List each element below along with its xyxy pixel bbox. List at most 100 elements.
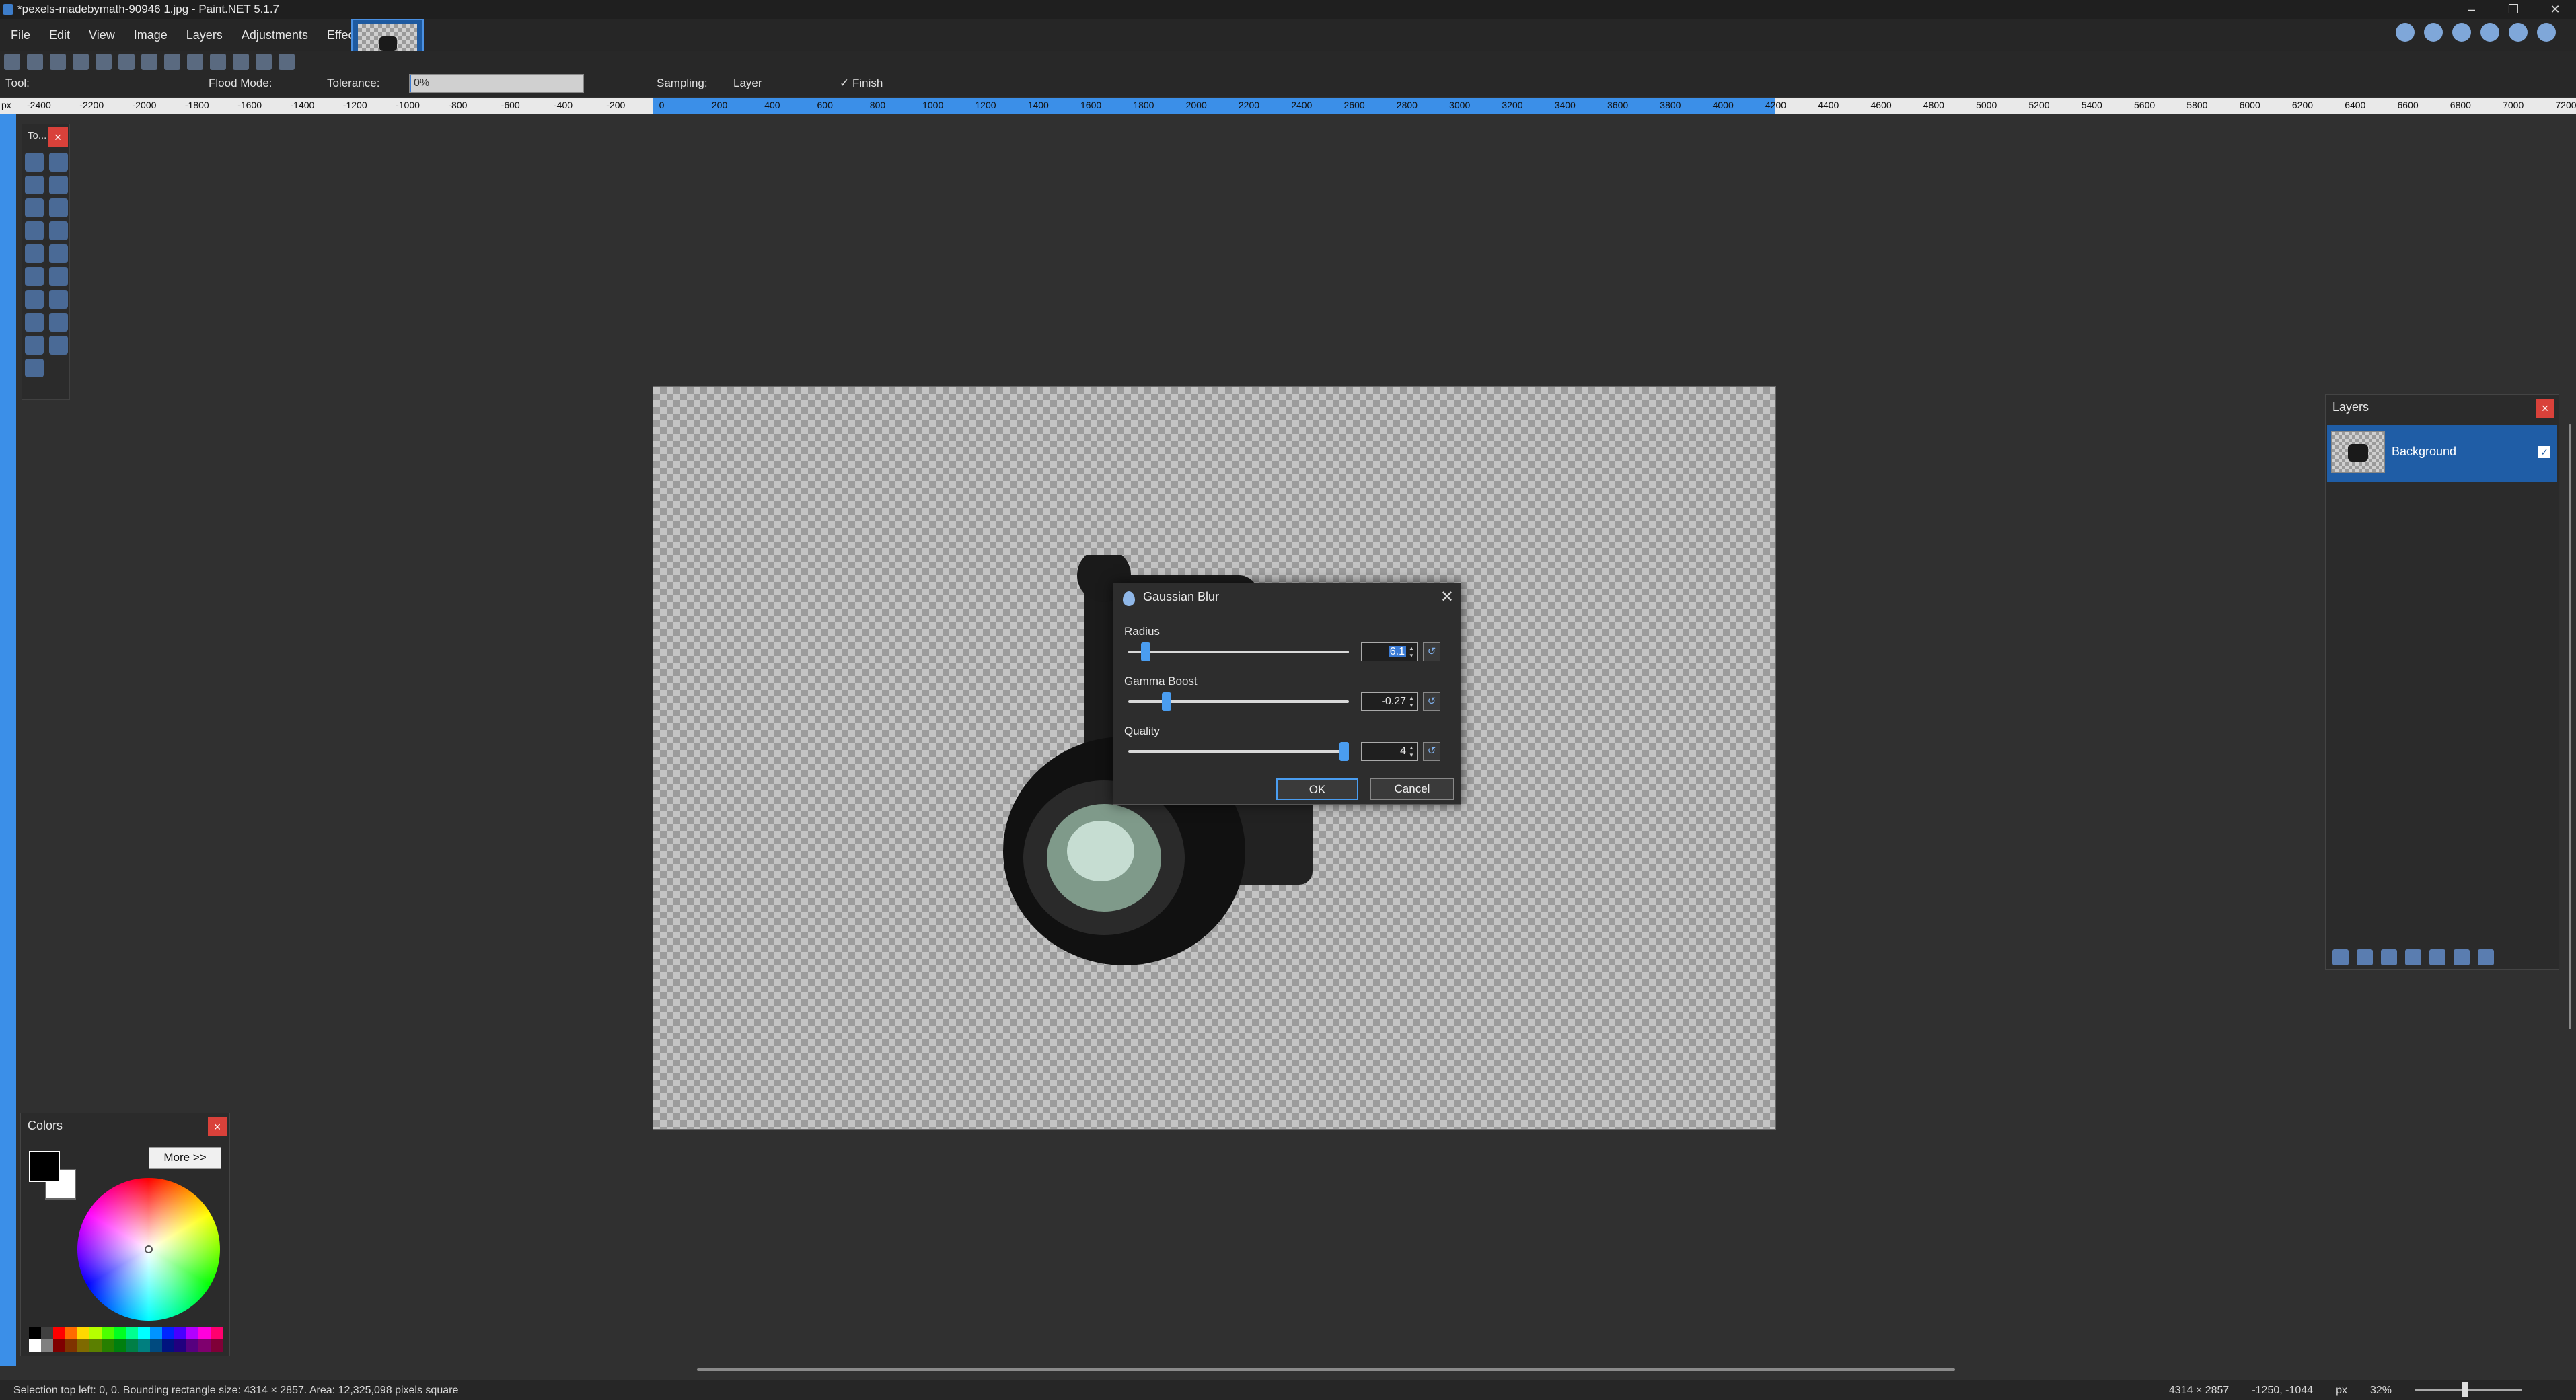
menu-adjustments[interactable]: Adjustments [232, 23, 318, 48]
paintbrush-icon[interactable] [25, 267, 44, 286]
quality-input[interactable]: 4 ▲ ▼ [1361, 742, 1418, 761]
gamma-boost-spinner[interactable]: ▲ ▼ [1407, 694, 1415, 709]
menu-file[interactable]: File [1, 23, 40, 48]
add-layer-icon[interactable] [2332, 949, 2349, 965]
palette-swatch[interactable] [41, 1339, 53, 1352]
move-selected-icon[interactable] [49, 153, 68, 172]
zoom-slider-thumb[interactable] [2462, 1382, 2468, 1397]
print-icon[interactable] [73, 54, 89, 70]
menu-layers[interactable]: Layers [177, 23, 232, 48]
palette-swatch[interactable] [198, 1339, 211, 1352]
magic-wand-icon[interactable] [25, 221, 44, 240]
palette-swatch[interactable] [29, 1339, 41, 1352]
gamma-boost-slider-thumb[interactable] [1162, 692, 1172, 711]
unit-selector[interactable]: px [2336, 1380, 2347, 1400]
tolerance-slider[interactable]: 0% [409, 74, 584, 93]
quality-reset-button[interactable]: ↺ [1423, 742, 1440, 761]
move-selection-icon[interactable] [49, 176, 68, 194]
palette-swatch[interactable] [186, 1339, 198, 1352]
paint-bucket-icon[interactable] [25, 244, 44, 263]
color-wheel-cursor[interactable] [145, 1245, 153, 1253]
radius-slider[interactable] [1128, 642, 1349, 661]
colors-panel-close-button[interactable]: × [208, 1117, 227, 1136]
palette-swatch[interactable] [53, 1327, 65, 1339]
save-icon[interactable] [50, 54, 66, 70]
palette-swatch[interactable] [138, 1339, 150, 1352]
move-layer-down-icon[interactable] [2454, 949, 2470, 965]
pan-icon[interactable] [49, 221, 68, 240]
quality-slider[interactable] [1128, 742, 1349, 761]
palette-swatch[interactable] [77, 1327, 89, 1339]
quality-slider-thumb[interactable] [1339, 742, 1349, 761]
recolor-icon[interactable] [49, 313, 68, 332]
gradient-icon[interactable] [49, 244, 68, 263]
zoom-level[interactable]: 32% [2370, 1380, 2392, 1400]
palette-swatch[interactable] [174, 1339, 186, 1352]
layer-properties-icon[interactable] [2478, 949, 2494, 965]
layers-toggle-icon[interactable] [2452, 23, 2471, 42]
undo-icon[interactable] [210, 54, 226, 70]
palette-swatch[interactable] [29, 1327, 41, 1339]
copy-icon[interactable] [118, 54, 135, 70]
close-window-button[interactable]: ✕ [2534, 0, 2576, 19]
gamma-boost-reset-button[interactable]: ↺ [1423, 692, 1440, 711]
shapes-icon[interactable] [25, 359, 44, 377]
primary-color-swatch[interactable] [29, 1151, 60, 1182]
more-colors-button[interactable]: More >> [149, 1147, 221, 1169]
redo-icon[interactable] [233, 54, 249, 70]
ellipse-select-icon[interactable] [25, 198, 44, 217]
palette-swatch[interactable] [53, 1339, 65, 1352]
palette-swatch[interactable] [114, 1339, 126, 1352]
layer-row[interactable]: Background ✓ [2327, 425, 2557, 482]
move-layer-up-icon[interactable] [2429, 949, 2445, 965]
tools-toggle-icon[interactable] [2396, 23, 2415, 42]
palette-swatch[interactable] [162, 1327, 174, 1339]
palette-swatch[interactable] [126, 1339, 138, 1352]
cut-icon[interactable] [96, 54, 112, 70]
clone-stamp-icon[interactable] [25, 313, 44, 332]
radius-slider-thumb[interactable] [1140, 642, 1150, 661]
pencil-icon[interactable] [25, 290, 44, 309]
menu-view[interactable]: View [79, 23, 124, 48]
rulers-icon[interactable] [279, 54, 295, 70]
palette-swatch[interactable] [65, 1327, 77, 1339]
colors-toggle-icon[interactable] [2480, 23, 2499, 42]
sampling-dropdown[interactable]: Layer [733, 77, 762, 90]
text-icon[interactable] [25, 336, 44, 355]
palette-swatch[interactable] [174, 1327, 186, 1339]
color-wheel[interactable] [77, 1178, 220, 1321]
vertical-scrollbar[interactable] [2569, 424, 2571, 1029]
palette-swatch[interactable] [138, 1327, 150, 1339]
palette-swatch[interactable] [89, 1327, 102, 1339]
restore-button[interactable]: ❐ [2493, 0, 2534, 19]
color-picker-icon[interactable] [49, 290, 68, 309]
open-icon[interactable] [27, 54, 43, 70]
crop-icon[interactable] [164, 54, 180, 70]
palette-swatch[interactable] [102, 1327, 114, 1339]
layer-visibility-checkbox[interactable]: ✓ [2538, 446, 2550, 458]
minimize-button[interactable]: – [2451, 0, 2493, 19]
palette-swatch[interactable] [150, 1339, 162, 1352]
duplicate-layer-icon[interactable] [2381, 949, 2397, 965]
quality-spinner[interactable]: ▲ ▼ [1407, 744, 1415, 759]
palette-swatch[interactable] [186, 1327, 198, 1339]
palette-swatch[interactable] [77, 1339, 89, 1352]
palette-swatch[interactable] [126, 1327, 138, 1339]
finish-button[interactable]: ✓ Finish [840, 77, 883, 90]
cancel-button[interactable]: Cancel [1370, 778, 1454, 800]
lasso-select-icon[interactable] [25, 176, 44, 194]
palette-swatch[interactable] [150, 1327, 162, 1339]
palette-swatch[interactable] [65, 1339, 77, 1352]
gamma-boost-slider[interactable] [1128, 692, 1349, 711]
menu-image[interactable]: Image [124, 23, 177, 48]
palette-swatch[interactable] [114, 1327, 126, 1339]
grid-icon[interactable] [256, 54, 272, 70]
delete-layer-icon[interactable] [2357, 949, 2373, 965]
palette-swatch[interactable] [211, 1327, 223, 1339]
ok-button[interactable]: OK [1276, 778, 1358, 800]
paste-icon[interactable] [141, 54, 157, 70]
palette-swatch[interactable] [162, 1339, 174, 1352]
new-icon[interactable] [4, 54, 20, 70]
merge-layer-icon[interactable] [2405, 949, 2421, 965]
horizontal-scrollbar[interactable] [697, 1368, 1955, 1371]
